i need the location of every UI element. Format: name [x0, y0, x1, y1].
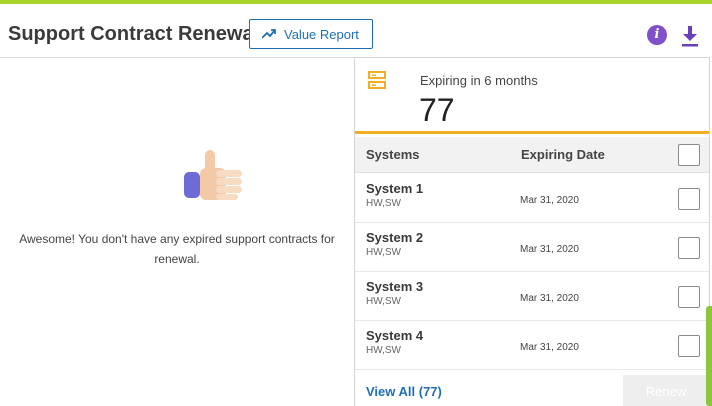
- value-report-label: Value Report: [284, 26, 359, 42]
- expiring-date: Mar 31, 2020: [520, 244, 579, 255]
- row-checkbox[interactable]: [678, 286, 700, 308]
- trend-up-icon: [262, 29, 276, 39]
- view-all-link[interactable]: View All (77): [366, 384, 442, 399]
- row-checkbox[interactable]: [678, 188, 700, 210]
- system-name: System 3: [366, 279, 424, 294]
- system-name: System 2: [366, 230, 424, 245]
- system-type: HW,SW: [366, 296, 401, 307]
- column-header-expiring-date: Expiring Date: [521, 147, 605, 162]
- widget-header: Support Contract Renewals Value Report i: [0, 4, 712, 57]
- table-row: System 1 HW,SW Mar 31, 2020: [355, 174, 709, 223]
- server-icon: [368, 71, 386, 89]
- expiring-summary: Expiring in 6 months 77: [355, 58, 709, 134]
- expiring-date: Mar 31, 2020: [520, 293, 579, 304]
- expiring-contracts-panel: Expiring in 6 months 77 Systems Expiring…: [354, 57, 710, 406]
- select-all-checkbox[interactable]: [678, 144, 700, 166]
- panel-footer: View All (77) Renew: [355, 369, 709, 406]
- value-report-button[interactable]: Value Report: [249, 19, 373, 49]
- table-row: System 4 HW,SW Mar 31, 2020: [355, 321, 709, 370]
- table-header: Systems Expiring Date: [355, 137, 709, 173]
- info-icon[interactable]: i: [647, 25, 667, 45]
- system-name: System 4: [366, 328, 424, 343]
- thumbs-up-icon: [184, 150, 242, 200]
- expiring-date: Mar 31, 2020: [520, 195, 579, 206]
- expiring-label: Expiring in 6 months: [420, 73, 538, 88]
- table-row: System 3 HW,SW Mar 31, 2020: [355, 272, 709, 321]
- system-type: HW,SW: [366, 247, 401, 258]
- row-checkbox[interactable]: [678, 237, 700, 259]
- empty-state-panel: Awesome! You don't have any expired supp…: [0, 58, 354, 406]
- system-name: System 1: [366, 181, 424, 196]
- system-type: HW,SW: [366, 198, 401, 209]
- expiring-count: 77: [419, 92, 455, 128]
- download-icon[interactable]: [680, 25, 700, 47]
- empty-state-message: Awesome! You don't have any expired supp…: [19, 232, 335, 266]
- expiring-date: Mar 31, 2020: [520, 342, 579, 353]
- row-checkbox[interactable]: [678, 335, 700, 357]
- widget-title: Support Contract Renewals: [8, 23, 271, 45]
- table-row: System 2 HW,SW Mar 31, 2020: [355, 223, 709, 272]
- system-type: HW,SW: [366, 345, 401, 356]
- column-header-systems: Systems: [366, 147, 420, 162]
- renew-button[interactable]: Renew: [623, 375, 709, 406]
- scrollbar-thumb[interactable]: [706, 306, 712, 406]
